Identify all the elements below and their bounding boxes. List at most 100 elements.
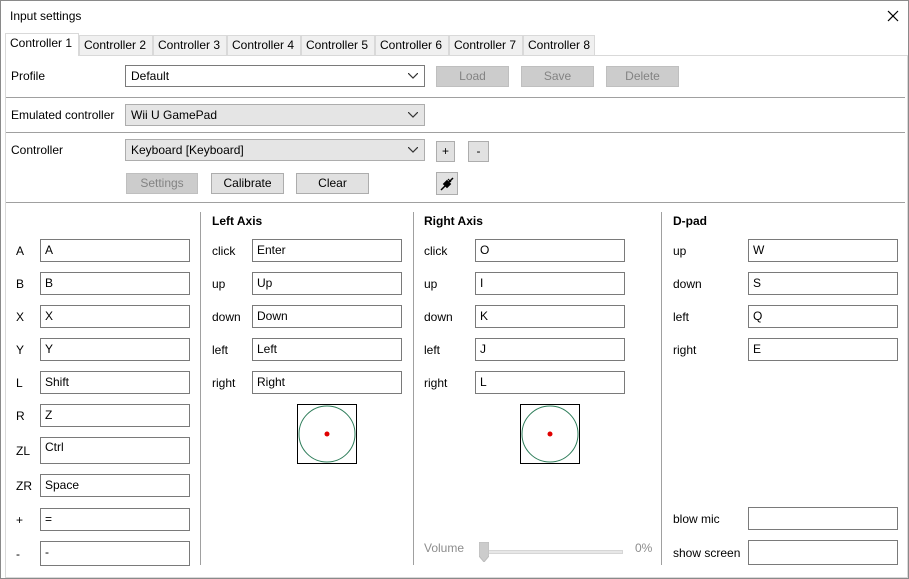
button-b-field[interactable]: B (40, 272, 190, 295)
left-axis-down-field[interactable]: Down (252, 305, 402, 328)
right-axis-preview (520, 404, 580, 464)
delete-button[interactable]: Delete (606, 66, 679, 87)
left-axis-preview (297, 404, 357, 464)
dpad-left-field[interactable]: Q (748, 305, 898, 328)
dpad-down-field[interactable]: S (748, 272, 898, 295)
show-screen-field[interactable] (748, 540, 898, 565)
column-separator (413, 212, 414, 565)
button-r-field[interactable]: Z (40, 404, 190, 427)
connect-button[interactable] (436, 172, 458, 195)
dpad-label-left: left (673, 310, 690, 324)
button-label-l: L (16, 376, 23, 390)
save-button[interactable]: Save (521, 66, 594, 87)
emulated-controller-label: Emulated controller (11, 108, 115, 122)
button-minus-field[interactable]: - (40, 541, 190, 566)
right-axis-label-left: left (424, 343, 441, 357)
dpad-title: D-pad (673, 214, 707, 228)
tab-controller-1[interactable]: Controller 1 (5, 33, 79, 56)
dpad-up-field[interactable]: W (748, 239, 898, 262)
connect-plug-icon (440, 177, 454, 191)
chevron-down-icon (408, 147, 418, 153)
volume-slider-thumb[interactable] (478, 541, 490, 563)
tab-controller-5[interactable]: Controller 5 (301, 35, 375, 55)
left-axis-title: Left Axis (212, 214, 263, 228)
button-label-plus: + (16, 513, 24, 527)
right-axis-label-right: right (424, 376, 448, 390)
button-label-zr: ZR (16, 479, 32, 493)
right-axis-click-field[interactable]: O (475, 239, 625, 262)
left-axis-up-field[interactable]: Up (252, 272, 402, 295)
left-axis-label-right: right (212, 376, 236, 390)
right-axis-label-up: up (424, 277, 438, 291)
volume-slider[interactable] (478, 541, 625, 563)
controller-label: Controller (11, 143, 64, 157)
calibrate-button[interactable]: Calibrate (211, 173, 284, 194)
blow-mic-field[interactable] (748, 507, 898, 530)
settings-button[interactable]: Settings (126, 173, 198, 194)
chevron-down-icon (408, 73, 418, 79)
divider (6, 97, 905, 98)
right-axis-down-field[interactable]: K (475, 305, 625, 328)
left-axis-right-field[interactable]: Right (252, 371, 402, 394)
remove-controller-button[interactable]: - (468, 141, 489, 162)
blow-mic-label: blow mic (673, 512, 720, 526)
button-zl-field[interactable]: Ctrl (40, 437, 190, 464)
load-button[interactable]: Load (436, 66, 509, 87)
left-axis-click-field[interactable]: Enter (252, 239, 402, 262)
dpad-label-right: right (673, 343, 697, 357)
button-label-y: Y (16, 343, 25, 357)
tab-controller-6[interactable]: Controller 6 (375, 35, 449, 55)
volume-label: Volume (424, 541, 465, 555)
add-controller-button[interactable]: + (436, 141, 455, 162)
right-axis-label-down: down (424, 310, 453, 324)
emulated-controller-value: Wii U GamePad (131, 108, 218, 122)
tab-controller-3[interactable]: Controller 3 (153, 35, 227, 55)
button-label-minus: - (16, 547, 20, 561)
tab-controller-2[interactable]: Controller 2 (79, 35, 153, 55)
button-x-field[interactable]: X (40, 305, 190, 328)
left-axis-label-left: left (212, 343, 229, 357)
button-plus-field[interactable]: = (40, 508, 190, 531)
divider (6, 202, 905, 203)
left-axis-circle-graphic (298, 405, 356, 463)
column-separator (200, 212, 201, 565)
controller-combobox[interactable]: Keyboard [Keyboard] (125, 139, 425, 161)
tab-controller-7[interactable]: Controller 7 (449, 35, 523, 55)
button-label-b: B (16, 277, 25, 291)
right-axis-title: Right Axis (424, 214, 483, 228)
right-axis-right-field[interactable]: L (475, 371, 625, 394)
left-axis-label-click: click (212, 244, 236, 258)
divider (6, 132, 905, 133)
tab-controller-8[interactable]: Controller 8 (523, 35, 595, 55)
controller-value: Keyboard [Keyboard] (131, 143, 244, 157)
window-title: Input settings (10, 9, 82, 23)
profile-combobox[interactable]: Default (125, 65, 425, 87)
button-label-a: A (16, 244, 25, 258)
right-axis-left-field[interactable]: J (475, 338, 625, 361)
close-button[interactable] (878, 1, 908, 31)
input-settings-window: Input settings Controller 1 Controller 2… (0, 0, 909, 579)
left-axis-label-down: down (212, 310, 241, 324)
button-a-field[interactable]: A (40, 239, 190, 262)
emulated-controller-combobox[interactable]: Wii U GamePad (125, 104, 425, 126)
controller-tabs: Controller 1 Controller 2 Controller 3 C… (5, 33, 905, 56)
dpad-label-down: down (673, 277, 702, 291)
title-bar: Input settings (1, 1, 908, 31)
right-axis-label-click: click (424, 244, 448, 258)
right-axis-circle-graphic (521, 405, 579, 463)
left-axis-left-field[interactable]: Left (252, 338, 402, 361)
right-axis-up-field[interactable]: I (475, 272, 625, 295)
button-y-field[interactable]: Y (40, 338, 190, 361)
dpad-label-up: up (673, 244, 687, 258)
tab-controller-4[interactable]: Controller 4 (227, 35, 301, 55)
chevron-down-icon (408, 112, 418, 118)
profile-value: Default (131, 69, 170, 83)
clear-button[interactable]: Clear (296, 173, 369, 194)
close-icon (887, 10, 899, 22)
volume-value: 0% (635, 541, 653, 555)
volume-slider-track (479, 550, 623, 554)
button-zr-field[interactable]: Space (40, 474, 190, 497)
button-l-field[interactable]: Shift (40, 371, 190, 394)
button-label-x: X (16, 310, 25, 324)
dpad-right-field[interactable]: E (748, 338, 898, 361)
